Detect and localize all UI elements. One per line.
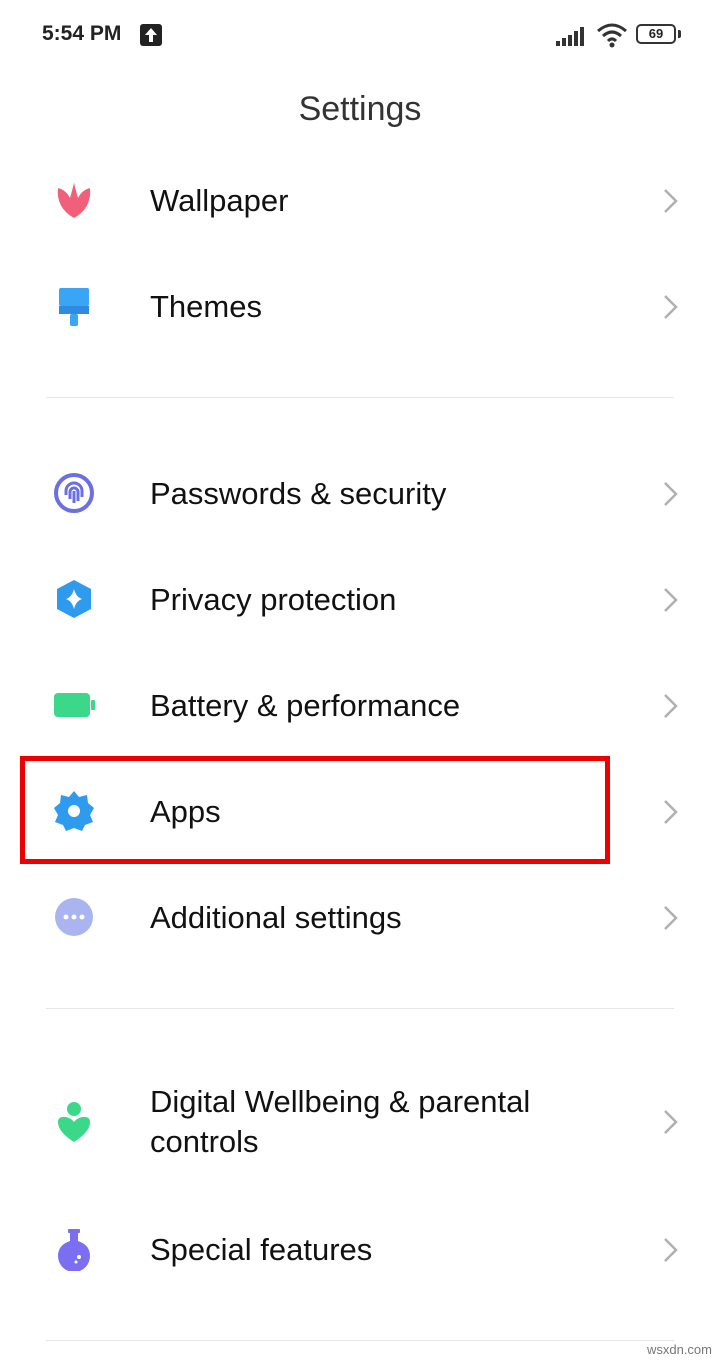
page-title: Settings xyxy=(298,90,422,128)
settings-item-label: Wallpaper xyxy=(150,183,289,218)
settings-item-wallpaper[interactable]: Wallpaper xyxy=(0,147,720,253)
privacy-icon xyxy=(57,580,91,618)
wifi-icon xyxy=(597,23,627,48)
watermark: wsxdn.com xyxy=(646,1342,712,1357)
chevron-right-icon xyxy=(664,189,678,213)
settings-item-label: Passwords & security xyxy=(150,476,447,511)
settings-item-label-line2: controls xyxy=(150,1124,259,1159)
chevron-right-icon xyxy=(664,800,678,824)
settings-item-passwords-security[interactable]: Passwords & security xyxy=(0,440,720,546)
highlight-box-apps xyxy=(20,756,610,864)
fingerprint-icon xyxy=(54,473,94,513)
status-bar: 5:54 PM 69 xyxy=(0,0,720,70)
settings-item-privacy-protection[interactable]: Privacy protection xyxy=(0,546,720,652)
status-time: 5:54 PM xyxy=(42,22,122,45)
settings-item-label: Themes xyxy=(150,289,262,324)
section-divider xyxy=(46,1340,674,1341)
chevron-right-icon xyxy=(664,588,678,612)
wellbeing-icon xyxy=(58,1102,90,1142)
section-divider xyxy=(46,397,674,398)
chevron-right-icon xyxy=(664,1238,678,1262)
settings-item-additional-settings[interactable]: Additional settings xyxy=(0,864,720,970)
settings-item-special-features[interactable]: Special features xyxy=(0,1196,720,1302)
settings-item-label: Privacy protection xyxy=(150,582,397,617)
chevron-right-icon xyxy=(664,694,678,718)
settings-item-label-line1: Digital Wellbeing & parental xyxy=(150,1084,531,1119)
chevron-right-icon xyxy=(664,482,678,506)
themes-icon xyxy=(59,288,89,326)
section-divider xyxy=(46,1008,674,1009)
battery-icon xyxy=(54,693,95,717)
special-features-icon xyxy=(58,1229,90,1271)
wallpaper-icon xyxy=(57,182,91,218)
settings-item-label: Additional settings xyxy=(150,900,402,935)
settings-item-digital-wellbeing[interactable]: Digital Wellbeing & parental controls xyxy=(0,1068,720,1178)
settings-item-label: Battery & performance xyxy=(150,688,461,723)
chevron-right-icon xyxy=(664,906,678,930)
chevron-right-icon xyxy=(664,1110,678,1134)
upload-icon xyxy=(140,24,162,46)
chevron-right-icon xyxy=(664,295,678,319)
signal-icon xyxy=(556,27,584,46)
more-icon xyxy=(55,898,93,936)
battery-tip xyxy=(678,30,681,38)
battery-status-icon: 69 xyxy=(636,24,676,44)
settings-item-label: Special features xyxy=(150,1232,373,1267)
settings-item-themes[interactable]: Themes xyxy=(0,253,720,359)
settings-item-battery-performance[interactable]: Battery & performance xyxy=(0,652,720,758)
